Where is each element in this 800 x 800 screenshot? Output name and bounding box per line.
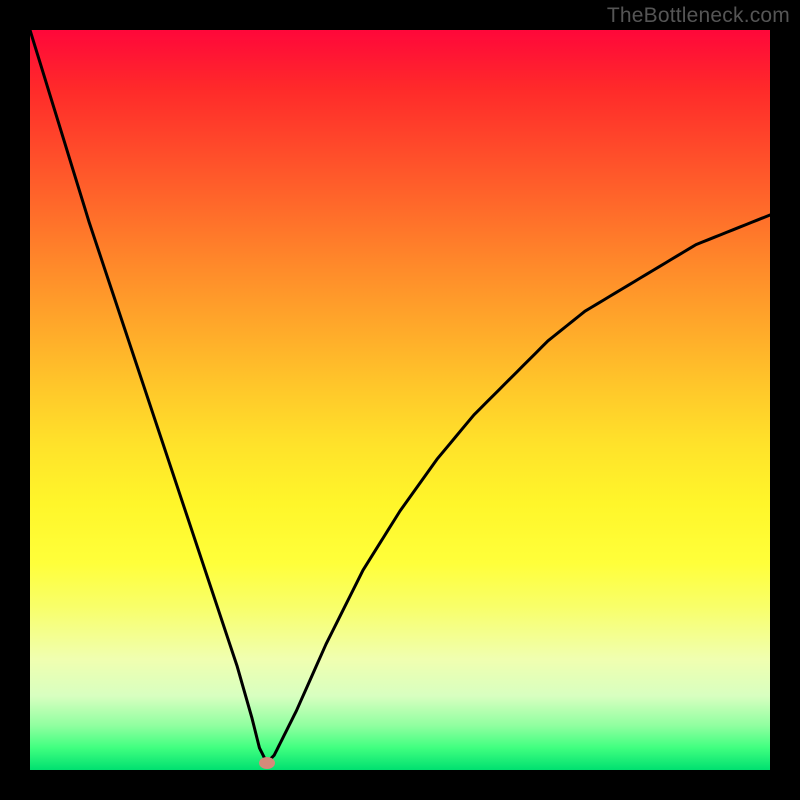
plot-area (30, 30, 770, 770)
chart-frame: TheBottleneck.com (0, 0, 800, 800)
bottleneck-curve (30, 30, 770, 770)
minimum-marker (259, 757, 275, 769)
watermark-text: TheBottleneck.com (607, 4, 790, 28)
